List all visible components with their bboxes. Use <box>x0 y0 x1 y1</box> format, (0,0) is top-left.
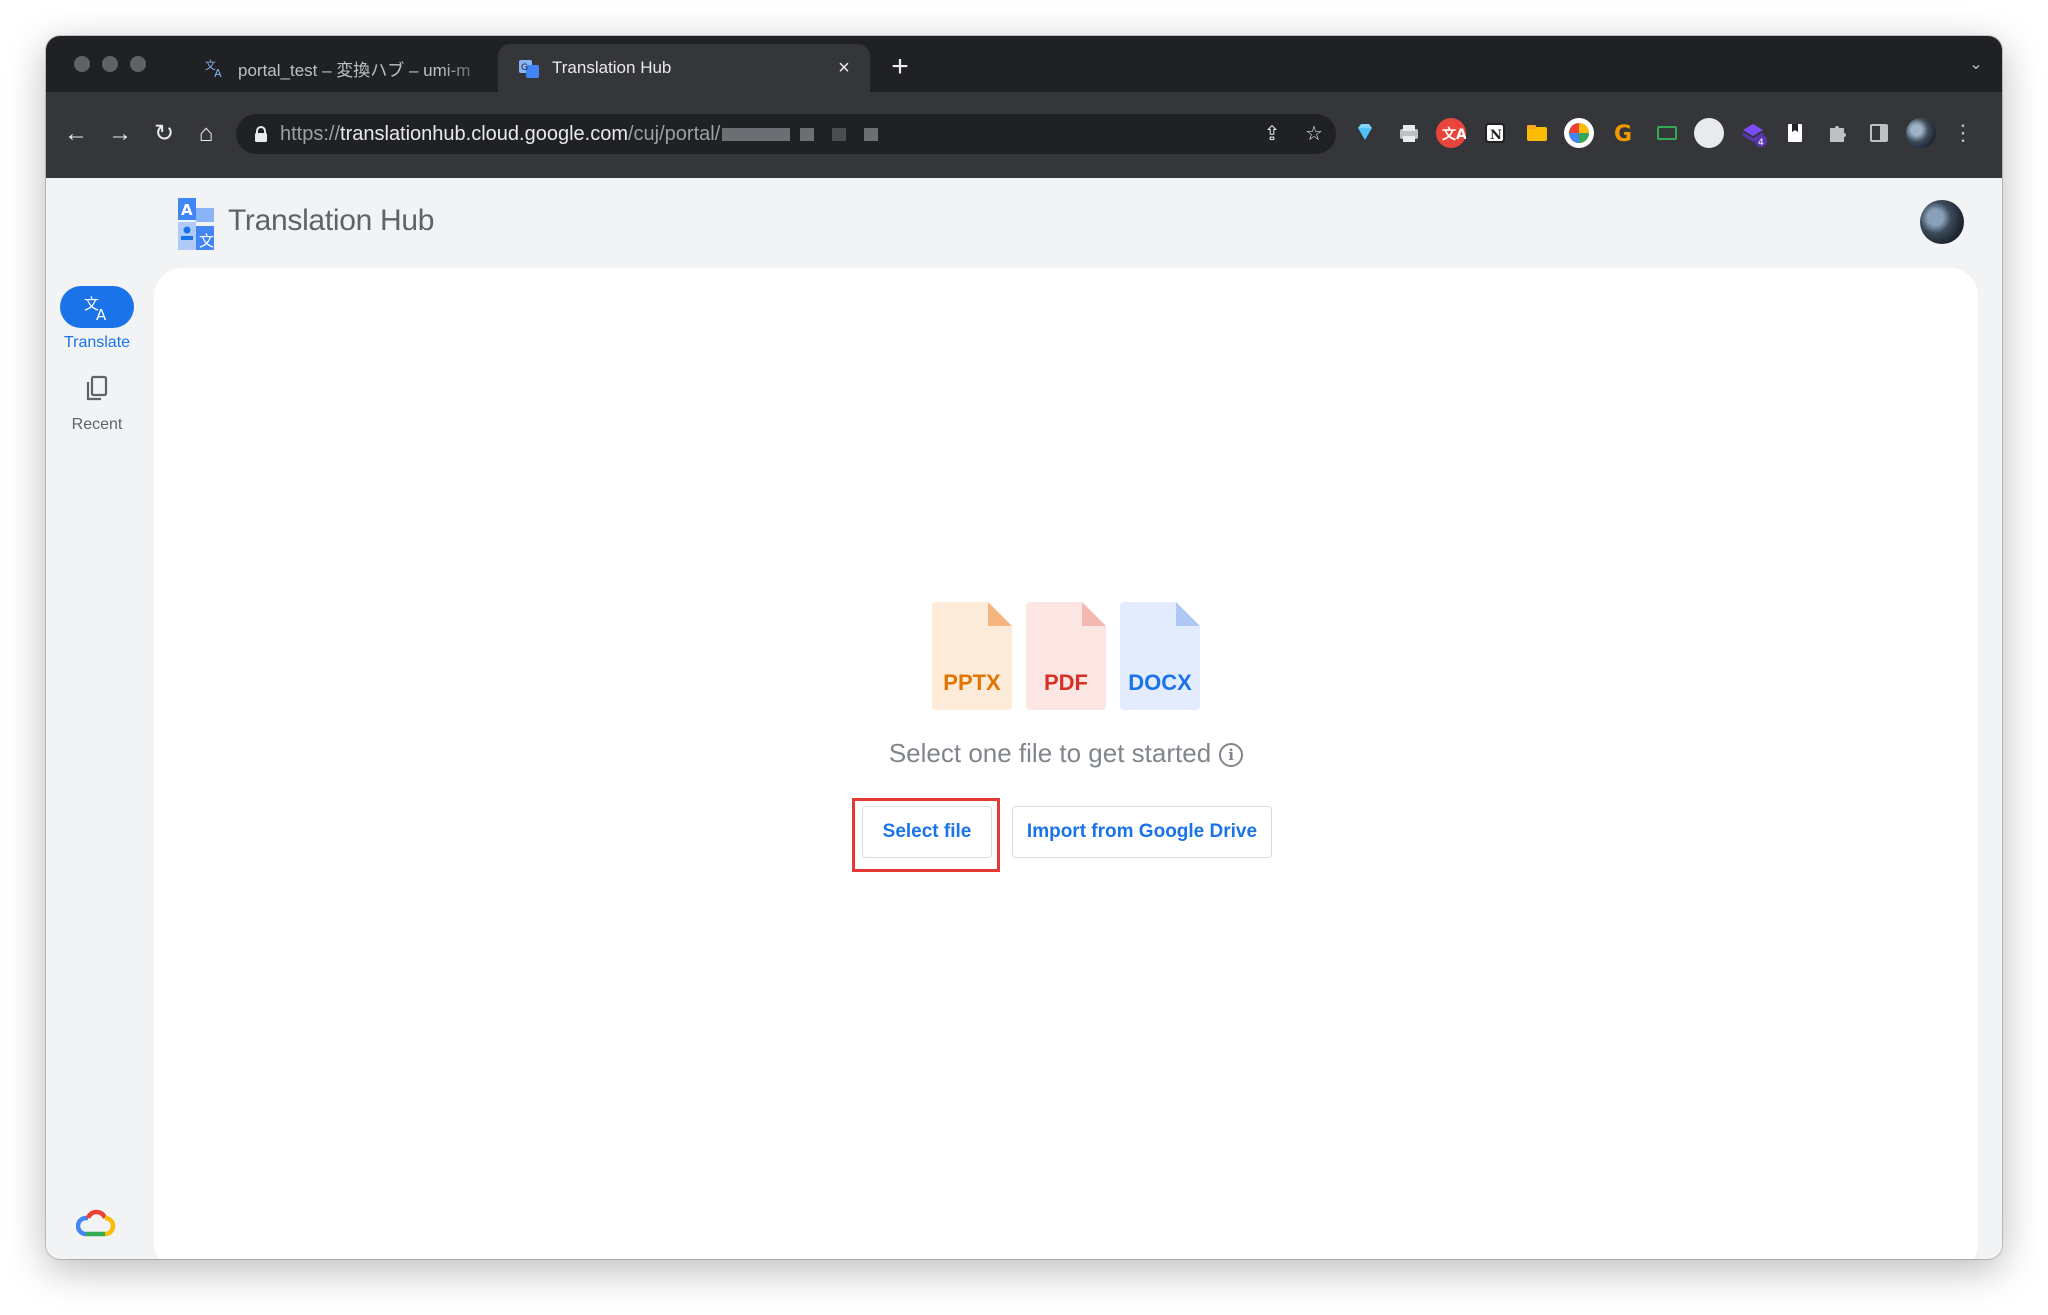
forward-arrow-icon[interactable]: → <box>102 116 138 152</box>
docx-file-icon: DOCX <box>1120 602 1200 710</box>
menu-dots-icon[interactable]: ⋮ <box>1948 118 1978 148</box>
redacted-url-block <box>800 127 815 141</box>
puzzle-icon[interactable] <box>1822 118 1852 148</box>
browser-tab-portal-test[interactable]: 文A portal_test – 変換ハブ – umi-m × <box>184 44 534 92</box>
tab-search-chevron-icon[interactable]: ⌄ <box>1964 54 1988 78</box>
svg-text:文A: 文A <box>1442 126 1466 143</box>
close-tab-icon[interactable]: × <box>832 56 856 80</box>
copy-icon <box>60 368 134 410</box>
url-text: https://translationhub.cloud.google.com/… <box>280 122 721 145</box>
google-cloud-logo-icon <box>75 1208 116 1238</box>
profile-avatar[interactable] <box>1906 118 1936 148</box>
color-wheel-extension-icon[interactable] <box>1564 118 1594 148</box>
file-type-illustration: PPTX PDF DOCX <box>932 602 1212 712</box>
back-arrow-icon[interactable]: ← <box>58 116 94 152</box>
page-content: A 文 Translation Hub 文A Translate Recent <box>46 178 2002 1259</box>
nav-item-recent[interactable]: Recent <box>46 368 148 434</box>
svg-text:文: 文 <box>199 232 214 250</box>
file-type-label: PPTX <box>943 670 1001 695</box>
screen-extension-icon[interactable] <box>1652 118 1682 148</box>
bookmark-extension-icon[interactable] <box>1780 118 1810 148</box>
nav-item-translate[interactable]: 文A Translate <box>46 286 148 352</box>
share-icon[interactable]: ⇪ <box>1260 122 1284 146</box>
redacted-url-block <box>832 127 847 141</box>
browser-toolbar: ← → ↻ ⌂ https://translationhub.cloud.goo… <box>46 92 2002 178</box>
tab-strip: 文A portal_test – 変換ハブ – umi-m × G Transl… <box>46 36 2002 92</box>
folder-extension-icon[interactable] <box>1522 118 1552 148</box>
translate-icon: 文A <box>60 286 134 328</box>
info-icon[interactable]: i <box>1219 743 1244 768</box>
side-panel-icon[interactable] <box>1864 118 1894 148</box>
file-type-label: PDF <box>1044 670 1088 695</box>
new-tab-button[interactable]: + <box>882 50 918 86</box>
maximize-window-button[interactable] <box>130 56 146 72</box>
prompt-text: Select one file to get started <box>888 738 1212 768</box>
lock-icon <box>254 126 268 142</box>
translation-hub-logo-icon: A 文 <box>176 198 216 250</box>
pptx-file-icon: PPTX <box>932 602 1012 710</box>
file-type-label: DOCX <box>1128 670 1192 695</box>
tab-title: portal_test – 変換ハブ – umi-m <box>238 60 471 80</box>
gem-extension-icon[interactable] <box>1350 118 1380 148</box>
address-bar[interactable]: https://translationhub.cloud.google.com/… <box>236 114 1336 154</box>
upload-card: PPTX PDF DOCX Select one file to get sta… <box>154 268 1978 1259</box>
translate-favicon-icon: 文A <box>204 57 226 79</box>
close-window-button[interactable] <box>74 56 90 72</box>
svg-text:G: G <box>521 63 528 73</box>
nav-label: Translate <box>63 334 131 351</box>
tab-title: Translation Hub <box>552 58 672 77</box>
translation-hub-favicon-icon: G <box>518 57 540 79</box>
svg-text:A: A <box>96 306 107 322</box>
browser-window: 文A portal_test – 変換ハブ – umi-m × G Transl… <box>46 36 2002 1259</box>
app-title: Translation Hub <box>228 204 435 237</box>
pdf-file-icon: PDF <box>1026 602 1106 710</box>
browser-tab-translation-hub[interactable]: G Translation Hub × <box>498 44 870 92</box>
import-from-drive-button[interactable]: Import from Google Drive <box>1012 806 1272 858</box>
circle-extension-icon[interactable] <box>1694 118 1724 148</box>
upload-prompt: Select one file to get started i <box>154 738 1978 769</box>
print-extension-icon[interactable] <box>1394 118 1424 148</box>
translate-extension-icon[interactable]: 文A <box>1436 118 1467 148</box>
redacted-url-block <box>864 127 879 141</box>
bookmark-star-icon[interactable]: ☆ <box>1302 122 1326 146</box>
nav-label: Recent <box>71 416 123 433</box>
notion-extension-icon[interactable]: N <box>1480 118 1510 148</box>
svg-text:A: A <box>181 201 193 219</box>
reload-icon[interactable]: ↻ <box>146 116 182 152</box>
svg-text:N: N <box>1490 128 1502 143</box>
svg-text:G: G <box>1614 122 1632 147</box>
svg-text:A: A <box>214 67 222 79</box>
user-avatar[interactable] <box>1920 200 1964 244</box>
highlight-box <box>852 798 1000 872</box>
svg-text:4: 4 <box>1758 138 1764 148</box>
badge-extension-icon[interactable]: 4 <box>1738 118 1768 148</box>
grammarly-extension-icon[interactable]: G <box>1608 118 1638 148</box>
minimize-window-button[interactable] <box>102 56 118 72</box>
home-icon[interactable]: ⌂ <box>188 116 224 152</box>
redacted-url-block <box>722 127 791 141</box>
